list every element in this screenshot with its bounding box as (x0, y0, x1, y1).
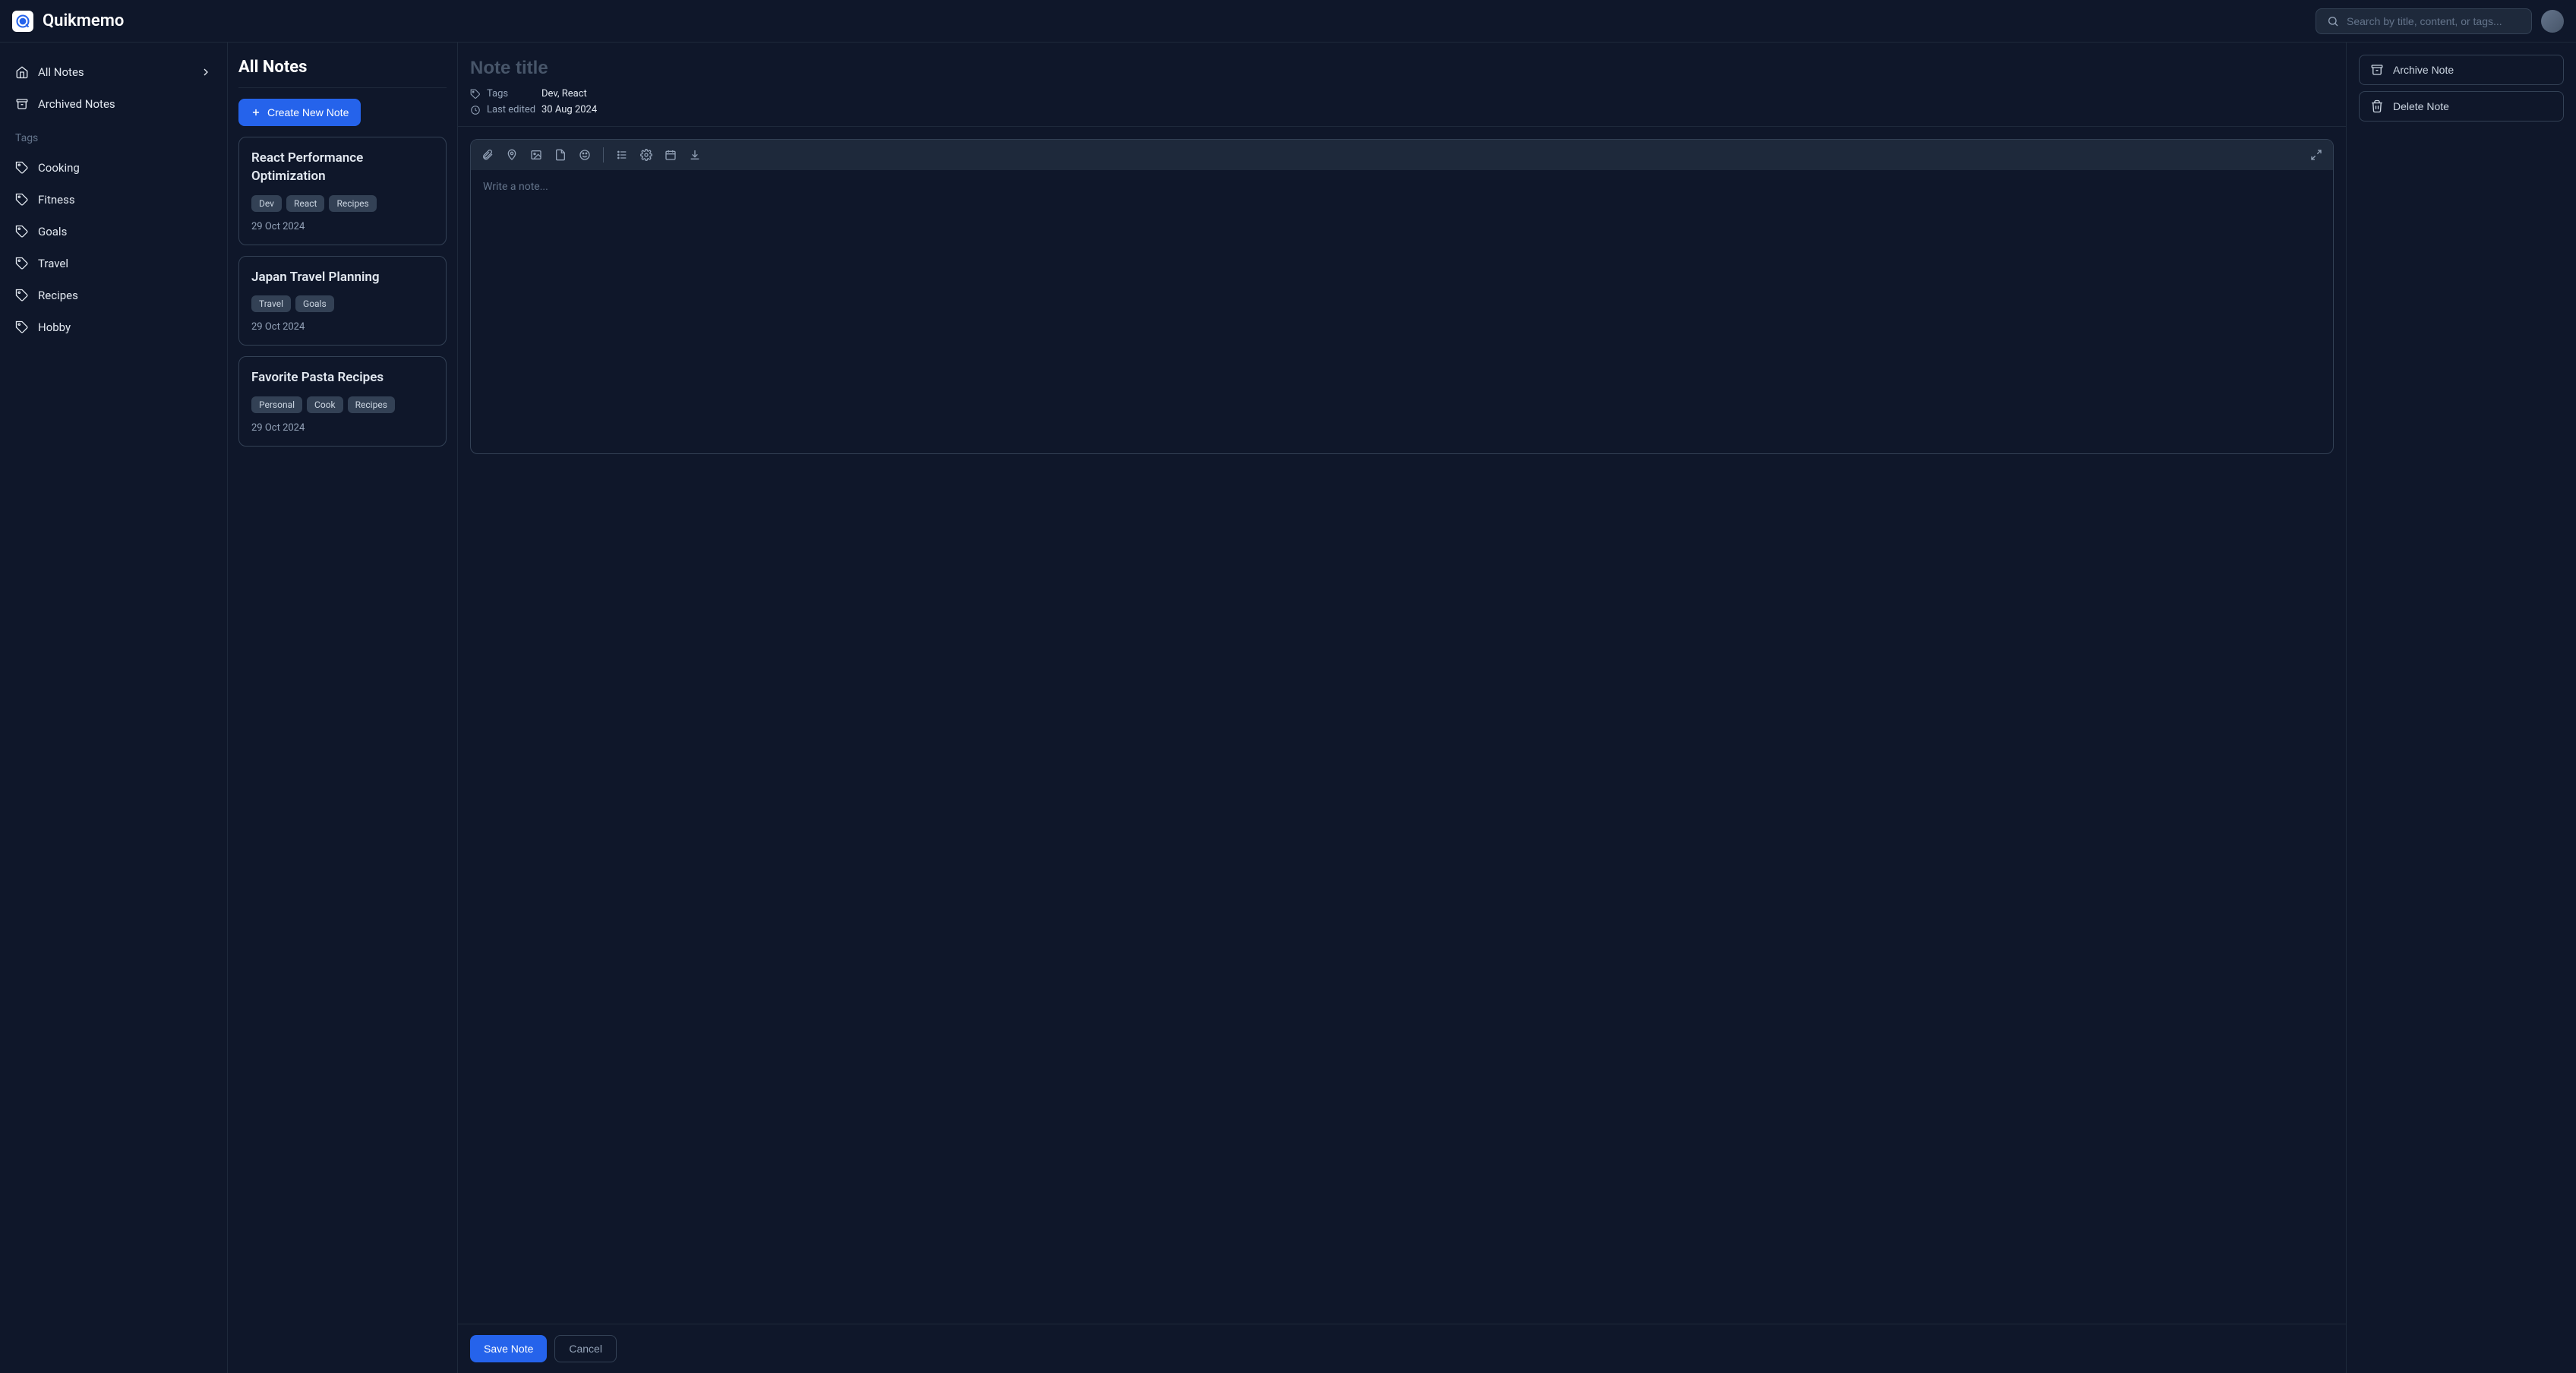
home-icon (15, 65, 29, 79)
archive-icon (2370, 63, 2384, 77)
sidebar-item-label: Fitness (38, 193, 75, 207)
tag-chip: Dev (251, 195, 282, 212)
search-icon (2327, 15, 2339, 27)
sidebar-item-label: Travel (38, 257, 68, 270)
note-card[interactable]: Japan Travel Planning Travel Goals 29 Oc… (238, 256, 447, 346)
notes-heading: All Notes (238, 58, 447, 88)
note-card-date: 29 Oct 2024 (251, 422, 434, 434)
expand-icon[interactable] (2310, 149, 2322, 161)
editor-footer: Save Note Cancel (458, 1324, 2346, 1373)
delete-note-button[interactable]: Delete Note (2359, 91, 2564, 122)
tag-chip: Recipes (348, 396, 395, 413)
chevron-right-icon (200, 66, 212, 78)
tag-chip: Recipes (329, 195, 376, 212)
tag-icon (15, 161, 29, 175)
archive-icon (15, 97, 29, 111)
meta-edited-label: Last edited (470, 104, 541, 115)
note-title-input[interactable] (470, 58, 2334, 79)
sidebar-item-label: Hobby (38, 320, 71, 334)
archive-note-button[interactable]: Archive Note (2359, 55, 2564, 85)
note-meta: Tags Dev, React Last edited 30 Aug 20 (470, 88, 2334, 115)
note-card-title: React Performance Optimization (251, 150, 434, 186)
sidebar-tag-recipes[interactable]: Recipes (11, 281, 216, 310)
download-icon[interactable] (689, 149, 701, 161)
sidebar-item-label: Cooking (38, 161, 80, 175)
editor-header: Tags Dev, React Last edited 30 Aug 20 (458, 43, 2346, 127)
tag-chip: Personal (251, 396, 302, 413)
sidebar-tag-travel[interactable]: Travel (11, 249, 216, 278)
note-card-date: 29 Oct 2024 (251, 321, 434, 333)
note-body-textarea[interactable] (471, 170, 2333, 453)
meta-tags-row: Tags Dev, React (470, 88, 2334, 99)
tag-icon (15, 225, 29, 238)
app-logo-icon (12, 11, 33, 32)
save-note-button[interactable]: Save Note (470, 1335, 547, 1362)
editor-body (458, 127, 2346, 1324)
list-icon[interactable] (616, 149, 628, 161)
sidebar-tag-goals[interactable]: Goals (11, 217, 216, 246)
note-card-tags: Personal Cook Recipes (251, 396, 434, 413)
tag-icon (15, 289, 29, 302)
note-card-title: Japan Travel Planning (251, 269, 434, 287)
editor-column: Tags Dev, React Last edited 30 Aug 20 (458, 43, 2347, 1373)
action-button-label: Archive Note (2393, 64, 2454, 76)
meta-edited-row: Last edited 30 Aug 2024 (470, 104, 2334, 115)
sidebar-all-notes[interactable]: All Notes (11, 58, 216, 87)
meta-edited-value: 30 Aug 2024 (541, 104, 597, 115)
trash-icon (2370, 99, 2384, 113)
sidebar-item-label: All Notes (38, 65, 84, 79)
emoji-icon[interactable] (579, 149, 591, 161)
sidebar-archived-notes[interactable]: Archived Notes (11, 90, 216, 118)
tag-chip: Goals (295, 295, 334, 312)
sidebar-tag-hobby[interactable]: Hobby (11, 313, 216, 342)
editor-toolbar (471, 140, 2333, 170)
notes-list-column: All Notes Create New Note React Performa… (228, 43, 458, 1373)
note-card-title: Favorite Pasta Recipes (251, 369, 434, 387)
note-card[interactable]: React Performance Optimization Dev React… (238, 137, 447, 245)
calendar-icon[interactable] (665, 149, 677, 161)
tag-chip: React (286, 195, 325, 212)
action-button-label: Delete Note (2393, 100, 2449, 112)
header-right (2316, 8, 2564, 34)
create-button-label: Create New Note (267, 106, 349, 118)
plus-icon (251, 107, 261, 118)
search-input[interactable] (2347, 15, 2521, 27)
create-note-button[interactable]: Create New Note (238, 99, 361, 126)
document-icon[interactable] (554, 149, 567, 161)
note-card[interactable]: Favorite Pasta Recipes Personal Cook Rec… (238, 356, 447, 447)
sidebar-item-label: Archived Notes (38, 97, 115, 111)
tag-chip: Travel (251, 295, 291, 312)
attachment-icon[interactable] (481, 149, 494, 161)
actions-panel: Archive Note Delete Note (2347, 43, 2576, 1373)
user-avatar[interactable] (2541, 10, 2564, 33)
sidebar-item-label: Recipes (38, 289, 78, 302)
sidebar-tag-cooking[interactable]: Cooking (11, 153, 216, 182)
tag-icon (470, 89, 481, 99)
note-card-date: 29 Oct 2024 (251, 221, 434, 232)
sidebar-item-label: Goals (38, 225, 67, 238)
app-header: Quikmemo (0, 0, 2576, 43)
meta-tags-value: Dev, React (541, 88, 587, 99)
sidebar-tags-heading: Tags (11, 122, 216, 150)
note-card-tags: Dev React Recipes (251, 195, 434, 212)
search-box[interactable] (2316, 8, 2532, 34)
clock-icon (470, 105, 481, 115)
tag-chip: Cook (307, 396, 343, 413)
tag-icon (15, 320, 29, 334)
editor-surface (470, 139, 2334, 454)
location-icon[interactable] (506, 149, 518, 161)
tag-icon (15, 257, 29, 270)
settings-icon[interactable] (640, 149, 652, 161)
toolbar-divider (603, 147, 604, 163)
logo-section: Quikmemo (12, 11, 124, 32)
tag-icon (15, 193, 29, 207)
meta-tags-label: Tags (470, 88, 541, 99)
sidebar: All Notes Archived Notes Tags (0, 43, 228, 1373)
app-name: Quikmemo (43, 11, 124, 30)
note-card-tags: Travel Goals (251, 295, 434, 312)
sidebar-tag-fitness[interactable]: Fitness (11, 185, 216, 214)
cancel-button[interactable]: Cancel (554, 1335, 617, 1362)
image-icon[interactable] (530, 149, 542, 161)
